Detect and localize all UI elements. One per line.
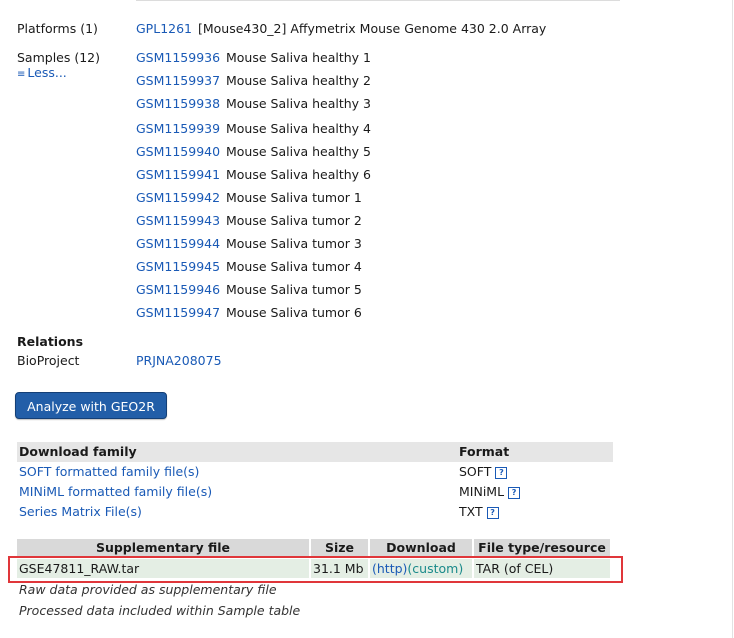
list-item: GSM1159941 Mouse Saliva healthy 6 bbox=[0, 166, 734, 184]
platforms-label: Platforms (1) bbox=[17, 21, 98, 36]
sample-accession-link[interactable]: GSM1159938 bbox=[136, 95, 220, 113]
file-type-header: File type/resource bbox=[474, 539, 612, 557]
list-item: GSM1159943 Mouse Saliva tumor 2 bbox=[0, 212, 734, 230]
relations-heading-row: Relations bbox=[0, 333, 734, 351]
sample-accession-link[interactable]: GSM1159943 bbox=[136, 212, 220, 230]
bioproject-label: BioProject bbox=[17, 353, 80, 368]
list-item: GSM1159945 Mouse Saliva tumor 4 bbox=[0, 258, 734, 276]
help-icon[interactable]: ? bbox=[486, 507, 499, 519]
platform-accession-link[interactable]: GPL1261 bbox=[136, 20, 192, 38]
help-icon[interactable]: ? bbox=[508, 487, 521, 499]
list-item: GSM1159937 Mouse Saliva healthy 2 bbox=[0, 72, 734, 90]
bioproject-link[interactable]: PRJNA208075 bbox=[136, 352, 222, 370]
sample-accession-link[interactable]: GSM1159946 bbox=[136, 281, 220, 299]
list-item: GSM1159947 Mouse Saliva tumor 6 bbox=[0, 304, 734, 322]
format-value: SOFT bbox=[459, 464, 492, 479]
list-item: GSM1159946 Mouse Saliva tumor 5 bbox=[0, 281, 734, 299]
soft-family-link[interactable]: SOFT formatted family file(s) bbox=[19, 464, 199, 479]
list-item: GSM1159940 Mouse Saliva healthy 5 bbox=[0, 143, 734, 161]
top-divider bbox=[136, 0, 620, 1]
sample-accession-link[interactable]: GSM1159944 bbox=[136, 235, 220, 253]
table-header-row: Supplementary file Size Download File ty… bbox=[17, 539, 612, 557]
sample-accession-link[interactable]: GSM1159937 bbox=[136, 72, 220, 90]
download-family-table: Download family Format SOFT formatted fa… bbox=[17, 442, 613, 522]
list-item: GSM1159944 Mouse Saliva tumor 3 bbox=[0, 235, 734, 253]
sample-accession-link[interactable]: GSM1159941 bbox=[136, 166, 220, 184]
sample-accession-link[interactable]: GSM1159942 bbox=[136, 189, 220, 207]
list-item: GSM1159939 Mouse Saliva healthy 4 bbox=[0, 120, 734, 138]
platform-description: [Mouse430_2] Affymetrix Mouse Genome 430… bbox=[198, 21, 547, 36]
sample-title: Mouse Saliva tumor 6 bbox=[226, 305, 362, 320]
sample-title: Mouse Saliva tumor 4 bbox=[226, 259, 362, 274]
sample-title: Mouse Saliva healthy 5 bbox=[226, 144, 371, 159]
bioproject-row: BioProject PRJNA208075 bbox=[0, 352, 734, 370]
table-header-row: Download family Format bbox=[17, 442, 613, 462]
analyze-geo2r-button[interactable]: Analyze with GEO2R bbox=[15, 392, 167, 419]
table-row: SOFT formatted family file(s) SOFT? bbox=[17, 462, 613, 482]
relations-heading: Relations bbox=[17, 334, 84, 349]
raw-data-note: Raw data provided as supplementary file bbox=[19, 582, 277, 597]
sample-title: Mouse Saliva healthy 4 bbox=[226, 121, 371, 136]
sample-title: Mouse Saliva tumor 3 bbox=[226, 236, 362, 251]
format-value: MINiML bbox=[459, 484, 505, 499]
format-value: TXT bbox=[459, 504, 483, 519]
sample-accession-link[interactable]: GSM1159947 bbox=[136, 304, 220, 322]
supplementary-file-header: Supplementary file bbox=[17, 539, 311, 557]
format-header: Format bbox=[457, 442, 613, 462]
sample-title: Mouse Saliva tumor 1 bbox=[226, 190, 362, 205]
highlight-box bbox=[8, 556, 623, 583]
sample-title: Mouse Saliva healthy 6 bbox=[226, 167, 371, 182]
table-row: Series Matrix File(s) TXT? bbox=[17, 502, 613, 522]
miniml-family-link[interactable]: MINiML formatted family file(s) bbox=[19, 484, 212, 499]
sample-accession-link[interactable]: GSM1159940 bbox=[136, 143, 220, 161]
list-item: GSM1159936 Mouse Saliva healthy 1 bbox=[0, 49, 734, 67]
size-header: Size bbox=[311, 539, 370, 557]
download-family-header: Download family bbox=[17, 442, 457, 462]
list-item: GSM1159942 Mouse Saliva tumor 1 bbox=[0, 189, 734, 207]
sample-title: Mouse Saliva healthy 2 bbox=[226, 73, 371, 88]
platforms-row: Platforms (1) GPL1261 [Mouse430_2] Affym… bbox=[0, 20, 734, 38]
sample-title: Mouse Saliva healthy 1 bbox=[226, 50, 371, 65]
processed-data-note: Processed data included within Sample ta… bbox=[19, 603, 301, 618]
sample-title: Mouse Saliva healthy 3 bbox=[226, 96, 371, 111]
sample-accession-link[interactable]: GSM1159945 bbox=[136, 258, 220, 276]
sample-accession-link[interactable]: GSM1159936 bbox=[136, 49, 220, 67]
sample-title: Mouse Saliva tumor 2 bbox=[226, 213, 362, 228]
table-row: MINiML formatted family file(s) MINiML? bbox=[17, 482, 613, 502]
sample-accession-link[interactable]: GSM1159939 bbox=[136, 120, 220, 138]
sample-title: Mouse Saliva tumor 5 bbox=[226, 282, 362, 297]
series-matrix-link[interactable]: Series Matrix File(s) bbox=[19, 504, 142, 519]
download-header: Download bbox=[370, 539, 474, 557]
list-item: GSM1159938 Mouse Saliva healthy 3 bbox=[0, 95, 734, 113]
help-icon[interactable]: ? bbox=[495, 467, 508, 479]
